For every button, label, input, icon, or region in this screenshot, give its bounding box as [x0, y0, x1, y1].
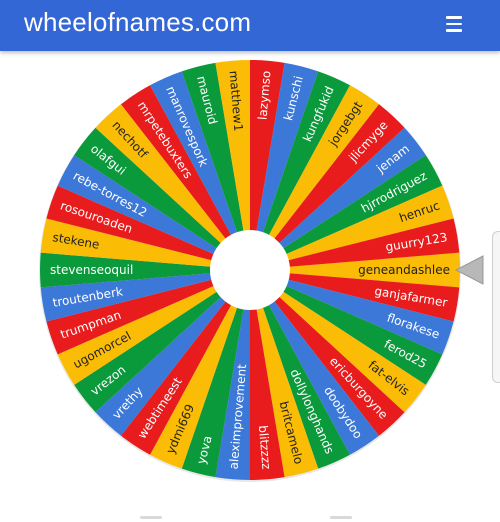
wheel-entry-label: geneandashlee	[358, 263, 450, 277]
wheel-area: geneandashlee ganjafarmer florakese ferod25…	[0, 51, 500, 522]
app-header: wheelofnames.com	[0, 0, 500, 51]
app-title[interactable]: wheelofnames.com	[24, 6, 251, 38]
hamburger-menu-icon[interactable]	[440, 12, 468, 36]
name-wheel[interactable]: geneandashleeganjafarmerflorakeseferod25…	[0, 51, 500, 522]
scrollbar[interactable]	[492, 231, 500, 383]
wheel-hub[interactable]	[210, 230, 290, 310]
bottom-controls-peek	[130, 516, 370, 522]
wheel-entry-label: stevenseoquil	[50, 263, 133, 277]
